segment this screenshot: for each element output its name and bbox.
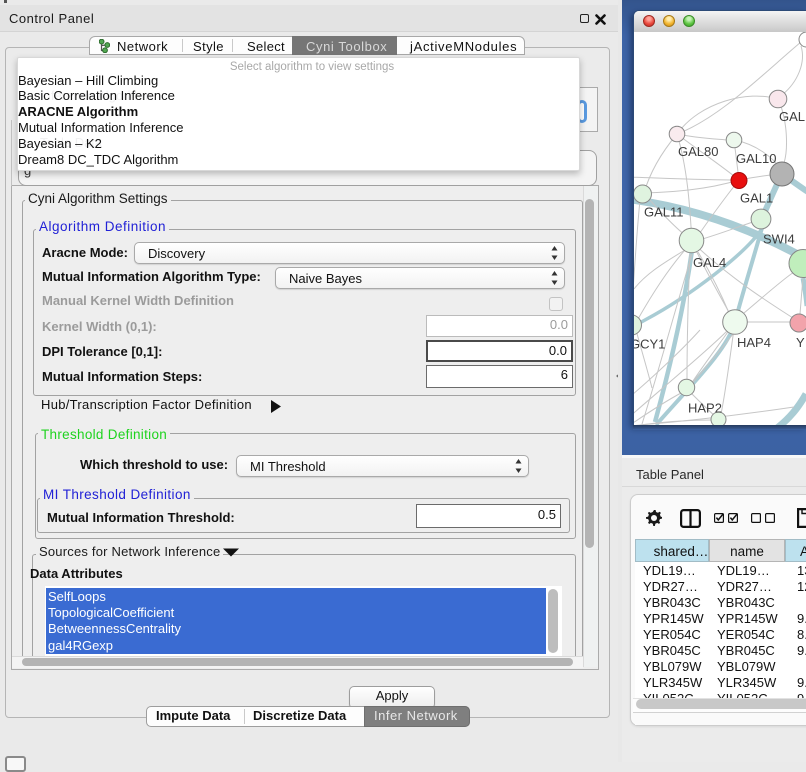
svg-text:GAL10: GAL10 [736,151,776,166]
svg-text:GAL11: GAL11 [644,205,684,220]
svg-text:GAL4: GAL4 [693,255,726,270]
svg-text:GAL80: GAL80 [678,144,718,159]
svg-text:HAP2: HAP2 [688,401,722,416]
svg-text:GAL1: GAL1 [740,191,773,206]
svg-text:SWI4: SWI4 [763,232,795,247]
svg-text:GAL: GAL [779,109,805,124]
svg-text:HAP4: HAP4 [737,335,771,350]
svg-text:Y: Y [796,335,805,350]
svg-text:GCY1: GCY1 [634,337,665,352]
